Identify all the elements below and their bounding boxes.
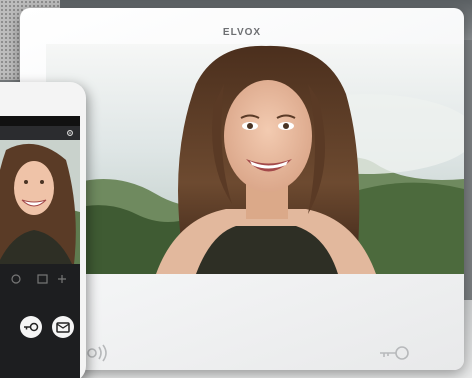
smartphone	[0, 82, 86, 378]
video-intercom-monitor: ELVOX	[20, 8, 464, 370]
gear-icon[interactable]	[66, 129, 74, 137]
phone-video-feed	[0, 140, 80, 264]
phone-key-button[interactable]	[20, 316, 42, 338]
smiling-woman-photo	[46, 44, 464, 274]
smiling-woman-photo-small	[0, 140, 80, 264]
app-header	[0, 126, 80, 140]
brand-logo: ELVOX	[222, 27, 262, 38]
phone-message-button[interactable]	[52, 316, 74, 338]
monitor-video-screen	[46, 44, 464, 274]
product-scene: ELVOX	[0, 0, 472, 378]
phone-call-controls	[11, 274, 66, 284]
door-key-icon[interactable]	[378, 344, 412, 362]
phone-app-screen	[0, 116, 80, 378]
microphone-speaker-icon[interactable]	[82, 342, 116, 364]
phone-status-bar	[0, 116, 80, 126]
key-icon	[24, 322, 39, 332]
message-icon	[56, 322, 70, 333]
